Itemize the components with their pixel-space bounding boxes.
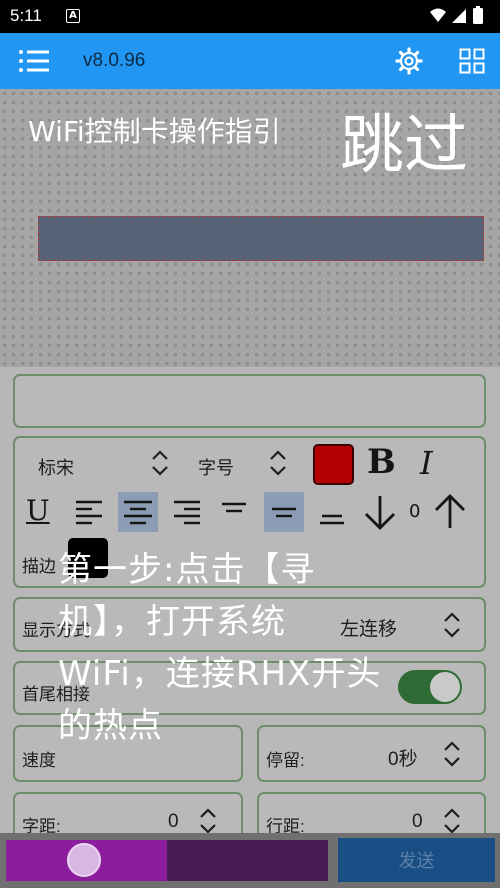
- app-bar: v8.0.96: [0, 33, 500, 89]
- text-color-button[interactable]: [313, 444, 354, 485]
- app-version: v8.0.96: [83, 50, 146, 71]
- line-spacing-chevron-icon[interactable]: [442, 806, 462, 836]
- underline-button[interactable]: U: [26, 494, 50, 527]
- bold-button[interactable]: B: [367, 442, 396, 482]
- stroke-label: 描边: [22, 557, 56, 576]
- guide-title: WiFi控制卡操作指引: [28, 115, 281, 148]
- stay-chevron-icon[interactable]: [442, 739, 462, 769]
- spacing-value: 0: [409, 501, 421, 522]
- speed-label: 速度: [22, 751, 56, 770]
- italic-button[interactable]: I: [420, 444, 433, 482]
- char-spacing-value[interactable]: 0: [168, 811, 179, 833]
- signal-icon: [452, 9, 466, 23]
- font-family-value[interactable]: 标宋: [38, 454, 74, 480]
- menu-icon[interactable]: [18, 49, 50, 73]
- font-size-label[interactable]: 字号: [198, 454, 234, 480]
- align-right-icon[interactable]: [166, 492, 206, 532]
- toggle-knob: [430, 672, 460, 702]
- wifi-icon: [430, 8, 446, 22]
- stay-value[interactable]: 0秒: [388, 744, 418, 771]
- skip-button[interactable]: 跳过: [340, 114, 468, 178]
- grid-icon[interactable]: [459, 48, 485, 74]
- font-size-chevron-icon[interactable]: [268, 448, 288, 478]
- arrow-up-icon[interactable]: [430, 492, 470, 532]
- char-spacing-chevron-icon[interactable]: [198, 806, 218, 836]
- align-top-icon[interactable]: [214, 492, 254, 532]
- align-middle-icon[interactable]: [264, 492, 304, 532]
- status-time: 5:11: [10, 6, 42, 25]
- arrow-down-icon[interactable]: [360, 492, 400, 532]
- guide-step-text: 第一步:点击【寻机】，打开系统WiFi，连接RHX开头的热点: [58, 550, 382, 746]
- preview-text-area[interactable]: [38, 216, 484, 261]
- status-icons: [430, 6, 483, 24]
- display-mode-chevron-icon[interactable]: [442, 610, 462, 640]
- line-spacing-value[interactable]: 0: [412, 811, 423, 833]
- align-center-icon[interactable]: [118, 492, 158, 532]
- align-left-icon[interactable]: [70, 492, 110, 532]
- font-family-chevron-icon[interactable]: [150, 448, 170, 478]
- text-input[interactable]: [13, 374, 486, 428]
- align-bottom-icon[interactable]: [312, 492, 352, 532]
- gear-icon[interactable]: [395, 47, 423, 75]
- battery-icon: [473, 8, 483, 24]
- slider-thumb[interactable]: [67, 843, 101, 877]
- send-button[interactable]: 发送: [338, 838, 495, 882]
- status-bar: 5:11 A: [0, 0, 500, 33]
- notification-icon: A: [66, 9, 80, 23]
